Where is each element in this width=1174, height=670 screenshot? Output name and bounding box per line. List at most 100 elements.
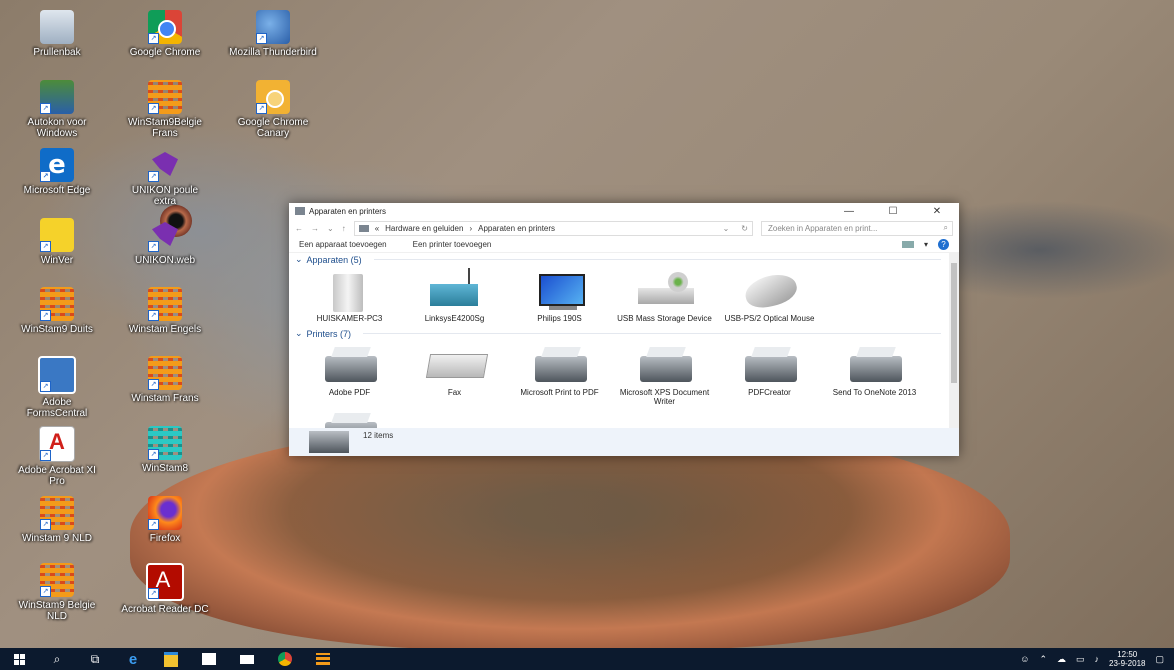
desktop-icon-winstam9-duits[interactable]: ↗ WinStam9 Duits [12, 287, 102, 335]
volume-icon[interactable]: ♪ [1095, 654, 1100, 664]
printer-item[interactable]: Adobe PDF [297, 340, 402, 406]
desktop-icon-label: Microsoft Edge [23, 185, 91, 196]
winstam-icon [316, 653, 330, 665]
clock-time: 12:50 [1117, 650, 1138, 659]
add-device-button[interactable]: Een apparaat toevoegen [299, 240, 387, 249]
up-arrow-icon[interactable]: ↑ [342, 224, 346, 233]
group-collapse-icon[interactable]: ⌄ [295, 328, 303, 339]
refresh-icon[interactable]: ↻ [741, 224, 748, 233]
desktop-icon-edge[interactable]: e ↗ Microsoft Edge [12, 148, 102, 196]
desktop-icon-label: Firefox [149, 533, 181, 544]
forward-arrow-icon[interactable]: → [311, 224, 319, 233]
onedrive-icon[interactable]: ☁ [1057, 654, 1066, 665]
printer-item[interactable] [297, 406, 402, 428]
desktop-icon-winstam9-belgie-frans[interactable]: ↗ WinStam9Belgie Frans [120, 80, 210, 139]
group-header-devices[interactable]: ⌄ Apparaten (5) [289, 253, 949, 266]
chrome-icon: ↗ [148, 10, 182, 44]
shortcut-arrow-icon: ↗ [148, 33, 159, 44]
computer-icon [297, 266, 402, 314]
scrollbar-thumb[interactable] [951, 263, 957, 383]
start-button[interactable] [0, 648, 38, 670]
taskbar-edge[interactable]: e [114, 648, 152, 670]
desktop-icon-winstam-frans[interactable]: ↗ Winstam Frans [120, 356, 210, 404]
clock[interactable]: 12:50 23-9-2018 [1109, 650, 1145, 668]
printer-item[interactable]: Microsoft Print to PDF [507, 340, 612, 406]
taskbar-store[interactable] [190, 648, 228, 670]
printer-item[interactable]: Microsoft XPS Document Writer [612, 340, 717, 406]
back-arrow-icon[interactable]: ← [295, 224, 303, 233]
desktop-icon-unikon-poule[interactable]: ↗ UNIKON poule extra [120, 148, 210, 207]
desktop-icon-winver[interactable]: ↗ WinVer [12, 218, 102, 266]
task-view-icon: ⧉ [90, 651, 100, 666]
minimize-button[interactable]: — [827, 206, 871, 217]
desktop-icon-acrobat-xi[interactable]: ↗ Adobe Acrobat XI Pro [12, 426, 102, 487]
device-item[interactable]: LinksysE4200Sg [402, 266, 507, 323]
desktop-icon-unikon-web[interactable]: ↗ UNIKON.web [120, 218, 210, 266]
taskbar-explorer[interactable] [152, 648, 190, 670]
address-prefix: « [374, 223, 380, 233]
device-item[interactable]: Philips 190S [507, 266, 612, 323]
printer-icon [507, 340, 612, 388]
add-printer-button[interactable]: Een printer toevoegen [413, 240, 492, 249]
maximize-button[interactable]: ☐ [871, 206, 915, 217]
desktop-icon-winstam9-nld[interactable]: ↗ Winstam 9 NLD [12, 496, 102, 544]
view-dropdown-icon[interactable]: ▾ [924, 240, 928, 249]
desktop-icon-recycle-bin[interactable]: Prullenbak [12, 10, 102, 58]
printer-name: Microsoft XPS Document Writer [619, 388, 710, 406]
task-view-button[interactable]: ⧉ [76, 648, 114, 670]
search-button[interactable]: ⌕ [38, 648, 76, 670]
recycle-bin-icon [40, 10, 74, 44]
printer-icon [717, 340, 822, 388]
recent-locations-chevron-icon[interactable]: ⌄ [327, 224, 334, 233]
desktop-icon-forms-central[interactable]: ↗ Adobe FormsCentral [12, 356, 102, 419]
desktop-icon-thunderbird[interactable]: ↗ Mozilla Thunderbird [228, 10, 318, 58]
device-item[interactable]: HUISKAMER-PC3 [297, 266, 402, 323]
usb-drive-icon [612, 266, 717, 314]
search-box[interactable]: Zoeken in Apparaten en print... ⌕ [761, 220, 953, 236]
device-item[interactable]: USB-PS/2 Optical Mouse [717, 266, 822, 323]
desktop-icon-firefox[interactable]: ↗ Firefox [120, 496, 210, 544]
printer-item[interactable]: Fax [402, 340, 507, 406]
breadcrumb-devices-printers[interactable]: Apparaten en printers [478, 224, 555, 233]
device-name: Philips 190S [537, 314, 582, 323]
desktop-icon-autokon[interactable]: ↗ Autokon voor Windows [12, 80, 102, 139]
group-header-printers[interactable]: ⌄ Printers (7) [289, 327, 949, 340]
help-icon[interactable]: ? [938, 239, 949, 250]
address-dropdown-icon[interactable]: ⌄ [723, 224, 730, 233]
search-icon[interactable]: ⌕ [944, 223, 948, 233]
desktop-icon-winstam-engels[interactable]: ↗ Winstam Engels [120, 287, 210, 335]
network-icon[interactable]: ▭ [1076, 654, 1085, 665]
edge-icon: e ↗ [40, 148, 74, 182]
desktop-icon-label: Winstam Frans [131, 393, 199, 404]
people-icon[interactable]: ☺ [1020, 654, 1029, 664]
printer-icon [297, 406, 402, 428]
devices-printers-window: Apparaten en printers — ☐ ✕ ← → ⌄ ↑ « Ha… [289, 203, 959, 456]
group-collapse-icon[interactable]: ⌄ [295, 254, 303, 265]
winstam8-icon: ↗ [148, 426, 182, 460]
taskbar-winstam[interactable] [304, 648, 342, 670]
acrobat-reader-icon: ↗ [146, 563, 184, 601]
navigation-bar: ← → ⌄ ↑ « Hardware en geluiden › Apparat… [289, 219, 959, 237]
close-button[interactable]: ✕ [915, 206, 959, 217]
breadcrumb-hardware[interactable]: Hardware en geluiden [385, 224, 463, 233]
taskbar-chrome[interactable] [266, 648, 304, 670]
address-bar[interactable]: « Hardware en geluiden › Apparaten en pr… [353, 220, 753, 236]
show-hidden-icons-chevron[interactable]: ⌃ [1039, 654, 1047, 665]
taskbar-mail[interactable] [228, 648, 266, 670]
printer-item[interactable]: PDFCreator [717, 340, 822, 406]
desktop-icon-chrome[interactable]: ↗ Google Chrome [120, 10, 210, 58]
desktop-icon-winstam8[interactable]: ↗ WinStam8 [120, 426, 210, 474]
action-center-icon[interactable]: ▢ [1155, 654, 1164, 665]
clock-date: 23-9-2018 [1109, 659, 1146, 668]
search-input[interactable]: Zoeken in Apparaten en print... [768, 224, 877, 233]
desktop-icon-acrobat-reader[interactable]: ↗ Acrobat Reader DC [120, 563, 210, 615]
device-item[interactable]: USB Mass Storage Device [612, 266, 717, 323]
window-titlebar[interactable]: Apparaten en printers — ☐ ✕ [289, 203, 959, 219]
view-options-icon[interactable] [901, 241, 914, 248]
desktop-icon-winstam9-belgie-nld[interactable]: ↗ WinStam9 Belgie NLD [12, 563, 102, 622]
vertical-scrollbar[interactable] [949, 253, 959, 428]
desktop-icon-chrome-canary[interactable]: ↗ Google Chrome Canary [228, 80, 318, 139]
printer-item[interactable]: Send To OneNote 2013 [822, 340, 927, 406]
desktop-icon-label: WinVer [40, 255, 74, 266]
printer-icon [297, 340, 402, 388]
